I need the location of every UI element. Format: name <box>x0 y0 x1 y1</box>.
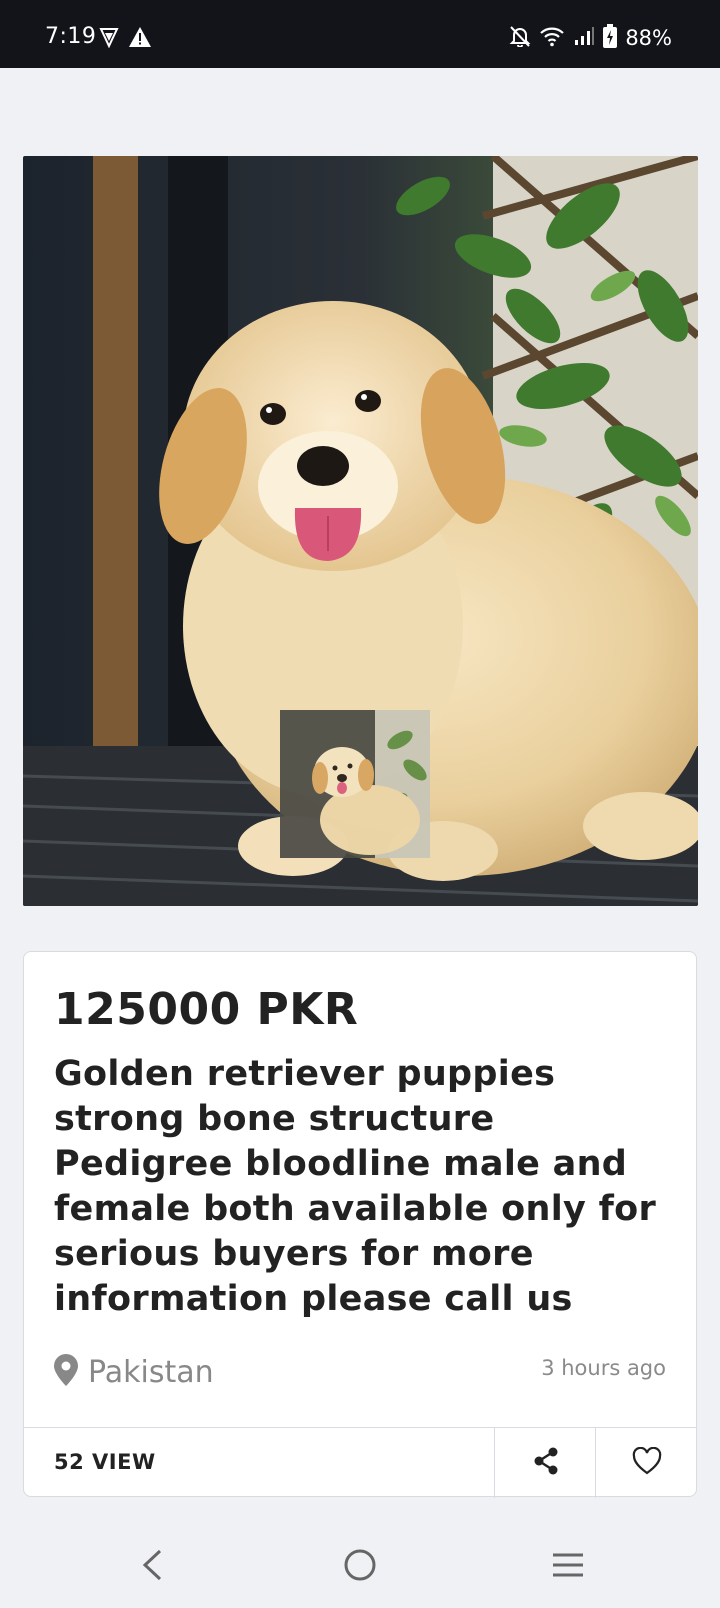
back-button[interactable] <box>122 1542 182 1592</box>
listing-card: 125000 PKR Golden retriever puppies stro… <box>23 951 697 1498</box>
menu-icon <box>551 1551 585 1583</box>
signal-icon <box>573 25 595 51</box>
listing-location: Pakistan <box>54 1354 214 1390</box>
listing-title: Golden retriever puppies strong bone str… <box>54 1054 657 1319</box>
heart-icon <box>632 1446 662 1479</box>
status-time: 7:19 <box>45 24 97 49</box>
status-right-icons: 88% <box>509 24 672 52</box>
listing-price: 125000 PKR <box>54 984 359 1035</box>
thumbnail-image[interactable] <box>280 710 430 858</box>
home-icon <box>343 1548 377 1586</box>
wifi-icon <box>539 25 565 51</box>
share-button[interactable] <box>494 1428 596 1498</box>
card-footer: 52 VIEW <box>24 1427 696 1498</box>
location-text: Pakistan <box>88 1354 214 1390</box>
navigation-bar <box>0 1530 720 1608</box>
warning-icon <box>128 26 152 52</box>
listing-photo[interactable] <box>23 156 698 906</box>
location-pin-icon <box>54 1354 78 1390</box>
status-bar: 7:19 88% <box>0 0 720 68</box>
battery-percentage: 88% <box>625 26 672 50</box>
shield-icon <box>98 26 120 52</box>
favorite-button[interactable] <box>595 1428 698 1498</box>
menu-button[interactable] <box>538 1542 598 1592</box>
view-count: 52 VIEW <box>54 1450 156 1474</box>
bell-off-icon <box>509 25 531 51</box>
share-icon <box>531 1446 561 1480</box>
posted-time: 3 hours ago <box>541 1356 666 1380</box>
home-button[interactable] <box>330 1542 390 1592</box>
battery-icon <box>603 24 618 52</box>
status-left-icons <box>98 26 152 52</box>
back-icon <box>140 1548 164 1586</box>
